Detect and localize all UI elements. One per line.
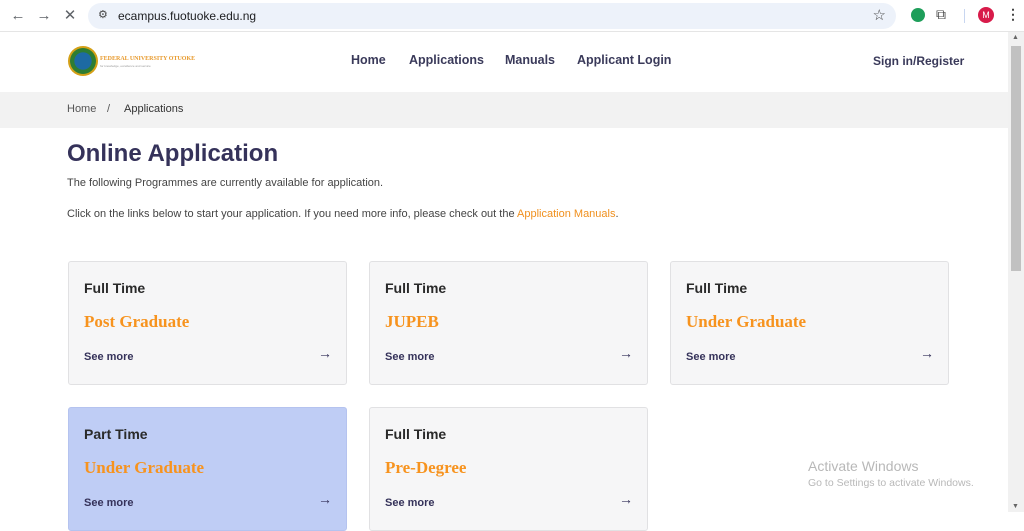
card-mode: Full Time [385,426,447,442]
card-mode: Full Time [84,280,146,296]
extensions-puzzle-icon[interactable]: ⧉ [936,6,946,23]
programme-card-predegree[interactable]: Full Time Pre-Degree See more → [369,407,648,531]
menu-kebab-icon[interactable]: ⋮ [1006,6,1020,23]
nav-manuals[interactable]: Manuals [505,53,555,67]
nav-home[interactable]: Home [351,53,386,67]
card-programme: Under Graduate [686,312,807,331]
address-bar[interactable]: ⚙ ecampus.fuotuoke.edu.ng ☆ [88,3,896,29]
card-programme: Post Graduate [84,312,190,331]
breadcrumb-home[interactable]: Home [67,103,96,115]
card-mode: Full Time [686,280,748,296]
university-logo[interactable]: FEDERAL UNIVERSITY OTUOKE for knowledge,… [68,46,195,78]
arrow-right-icon[interactable]: → [619,345,633,361]
browser-toolbar: ← → ✕ ⚙ ecampus.fuotuoke.edu.ng ☆ ⧉ M ⋮ [0,0,1024,32]
sign-in-register-link[interactable]: Sign in/Register [873,54,964,68]
nav-applicant-login[interactable]: Applicant Login [577,53,671,67]
instruction-text: Click on the links below to start your a… [67,208,619,220]
card-programme: Pre-Degree [385,458,467,477]
logo-tagline: for knowledge, excellence and service [100,64,151,68]
back-icon[interactable]: ← [8,6,28,26]
page-title: Online Application [67,140,279,167]
nav-applications[interactable]: Applications [409,53,484,67]
toolbar-divider [964,9,965,23]
instruction-end: . [615,208,619,220]
stop-icon[interactable]: ✕ [60,6,80,26]
card-mode: Part Time [84,426,148,442]
logo-text: FEDERAL UNIVERSITY OTUOKE [100,56,196,62]
university-seal-icon [68,46,98,76]
breadcrumb: Home / Applications [0,92,1008,128]
programme-card-jupeb[interactable]: Full Time JUPEB See more → [369,261,648,385]
bookmark-star-icon[interactable]: ☆ [873,6,886,24]
scroll-down-icon[interactable]: ▼ [1012,503,1019,510]
scrollbar-thumb[interactable] [1011,46,1021,271]
extension-icon[interactable] [911,8,925,22]
forward-icon[interactable]: → [34,6,54,26]
card-mode: Full Time [385,280,447,296]
see-more-link[interactable]: See more [385,497,435,509]
url-text[interactable]: ecampus.fuotuoke.edu.ng [118,9,256,23]
application-manuals-link[interactable]: Application Manuals [517,208,615,220]
scroll-up-icon[interactable]: ▲ [1012,34,1019,41]
intro-text: The following Programmes are currently a… [67,177,384,189]
see-more-link[interactable]: See more [385,351,435,363]
breadcrumb-separator: / [107,103,111,115]
arrow-right-icon[interactable]: → [619,491,633,507]
programme-card-undergraduate-parttime[interactable]: Part Time Under Graduate See more → [68,407,347,531]
programme-card-undergraduate-fulltime[interactable]: Full Time Under Graduate See more → [670,261,949,385]
card-programme: JUPEB [385,312,439,331]
instruction-body: Click on the links below to start your a… [67,208,518,220]
profile-avatar[interactable]: M [978,7,994,23]
activate-windows-title: Activate Windows [808,458,919,474]
see-more-link[interactable]: See more [84,497,134,509]
arrow-right-icon[interactable]: → [920,345,934,361]
page-scrollbar[interactable]: ▲ ▼ [1008,32,1024,512]
arrow-right-icon[interactable]: → [318,491,332,507]
activate-windows-subtitle: Go to Settings to activate Windows. [808,477,974,489]
see-more-link[interactable]: See more [84,351,134,363]
site-settings-icon[interactable]: ⚙ [98,8,108,21]
site-header: FEDERAL UNIVERSITY OTUOKE for knowledge,… [0,32,1008,92]
breadcrumb-current: Applications [124,103,184,115]
see-more-link[interactable]: See more [686,351,736,363]
programme-card-postgraduate[interactable]: Full Time Post Graduate See more → [68,261,347,385]
card-programme: Under Graduate [84,458,205,477]
arrow-right-icon[interactable]: → [318,345,332,361]
